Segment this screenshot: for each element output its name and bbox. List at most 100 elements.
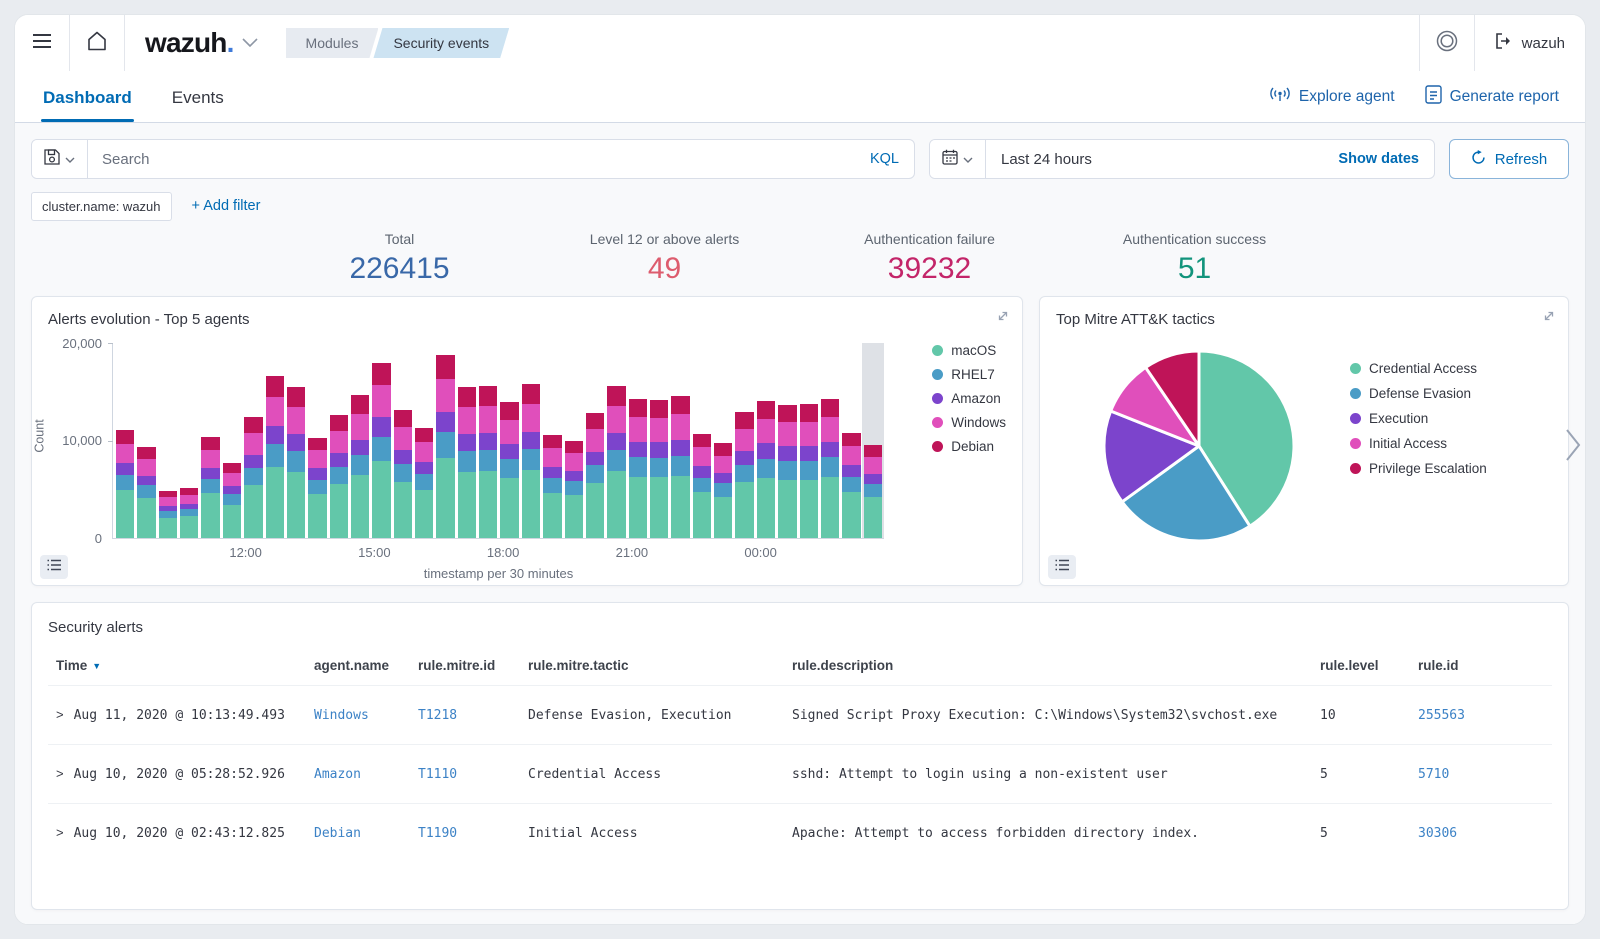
- column-header-rule-mitre-tactic[interactable]: rule.mitre.tactic: [520, 646, 784, 686]
- stacked-bar[interactable]: [201, 343, 219, 538]
- stacked-bar[interactable]: [479, 343, 497, 538]
- stacked-bar[interactable]: [607, 343, 625, 538]
- stat-value-total[interactable]: 226415: [267, 252, 532, 286]
- rule-id-link[interactable]: 255563: [1418, 708, 1465, 723]
- stacked-bar[interactable]: [116, 343, 134, 538]
- filter-chip-cluster-name[interactable]: cluster.name: wazuh: [31, 192, 172, 221]
- column-header-time[interactable]: Time▼: [48, 646, 306, 686]
- stacked-bar[interactable]: [351, 343, 369, 538]
- stacked-bar[interactable]: [159, 343, 177, 538]
- stacked-bar[interactable]: [800, 343, 818, 538]
- stacked-bar[interactable]: [629, 343, 647, 538]
- show-dates-button[interactable]: Show dates: [1338, 151, 1434, 167]
- expand-row-caret[interactable]: >: [56, 707, 64, 722]
- expand-panel-icon[interactable]: [996, 309, 1010, 328]
- kql-button[interactable]: KQL: [855, 151, 914, 167]
- pie-chart[interactable]: [1096, 343, 1302, 554]
- stacked-bar[interactable]: [693, 343, 711, 538]
- stacked-bar[interactable]: [180, 343, 198, 538]
- legend-item-debian[interactable]: Debian: [932, 439, 1006, 454]
- stat-value-level-12[interactable]: 49: [532, 252, 797, 286]
- stacked-bar[interactable]: [586, 343, 604, 538]
- legend-item-initial-access[interactable]: Initial Access: [1350, 436, 1487, 451]
- stacked-bar[interactable]: [244, 343, 262, 538]
- stacked-bar[interactable]: [735, 343, 753, 538]
- stacked-bar[interactable]: [821, 343, 839, 538]
- stacked-bar[interactable]: [842, 343, 860, 538]
- stat-value-auth-success[interactable]: 51: [1062, 252, 1327, 286]
- calendar-menu-button[interactable]: [930, 140, 986, 178]
- expand-row-caret[interactable]: >: [56, 825, 64, 840]
- tab-events[interactable]: Events: [170, 73, 226, 121]
- legend-item-defense-evasion[interactable]: Defense Evasion: [1350, 386, 1487, 401]
- next-visualization-chevron[interactable]: [1564, 427, 1582, 468]
- add-filter-button[interactable]: + Add filter: [192, 198, 261, 214]
- column-header-rule-mitre-id[interactable]: rule.mitre.id: [410, 646, 520, 686]
- stacked-bar[interactable]: [308, 343, 326, 538]
- filter-bar: cluster.name: wazuh + Add filter: [31, 191, 1569, 221]
- bar-segment-amazon: [650, 442, 668, 457]
- panel-actions-button[interactable]: [40, 555, 68, 579]
- legend-item-privilege-escalation[interactable]: Privilege Escalation: [1350, 461, 1487, 476]
- column-header-rule-description[interactable]: rule.description: [784, 646, 1312, 686]
- stacked-bar[interactable]: [565, 343, 583, 538]
- mitre-id-link[interactable]: T1110: [418, 767, 457, 782]
- stacked-bar[interactable]: [458, 343, 476, 538]
- logout-user-button[interactable]: wazuh: [1475, 33, 1585, 53]
- wazuh-logo[interactable]: wazuh.: [145, 27, 234, 59]
- agent-name-link[interactable]: Amazon: [314, 767, 361, 782]
- expand-panel-icon[interactable]: [1542, 309, 1556, 328]
- stacked-bar[interactable]: [436, 343, 454, 538]
- stacked-bar[interactable]: [287, 343, 305, 538]
- stacked-bar[interactable]: [394, 343, 412, 538]
- stacked-bar[interactable]: [415, 343, 433, 538]
- stacked-bar[interactable]: [671, 343, 689, 538]
- legend-item-execution[interactable]: Execution: [1350, 411, 1487, 426]
- stacked-bar[interactable]: [500, 343, 518, 538]
- stacked-bar[interactable]: [522, 343, 540, 538]
- health-check-button[interactable]: [1420, 15, 1474, 71]
- refresh-button[interactable]: Refresh: [1449, 139, 1569, 179]
- rule-id-link[interactable]: 30306: [1418, 826, 1457, 841]
- bar-segment-debian: [864, 445, 882, 457]
- legend-item-windows[interactable]: Windows: [932, 415, 1006, 430]
- mitre-id-link[interactable]: T1218: [418, 708, 457, 723]
- legend-item-rhel7[interactable]: RHEL7: [932, 367, 1006, 382]
- generate-report-button[interactable]: Generate report: [1425, 85, 1559, 109]
- explore-agent-button[interactable]: Explore agent: [1269, 85, 1395, 109]
- bar-segment-debian: [351, 395, 369, 414]
- stacked-bar[interactable]: [778, 343, 796, 538]
- expand-row-caret[interactable]: >: [56, 766, 64, 781]
- stacked-bar[interactable]: [330, 343, 348, 538]
- breadcrumb-modules[interactable]: Modules: [286, 28, 379, 58]
- stacked-bar[interactable]: [372, 343, 390, 538]
- stacked-bar[interactable]: [757, 343, 775, 538]
- rule-id-link[interactable]: 5710: [1418, 767, 1449, 782]
- stacked-bar[interactable]: [714, 343, 732, 538]
- legend-item-amazon[interactable]: Amazon: [932, 391, 1006, 406]
- legend-item-credential-access[interactable]: Credential Access: [1350, 361, 1487, 376]
- stacked-bar[interactable]: [266, 343, 284, 538]
- mitre-id-link[interactable]: T1190: [418, 826, 457, 841]
- stat-value-auth-failure[interactable]: 39232: [797, 252, 1062, 286]
- tab-dashboard[interactable]: Dashboard: [41, 73, 134, 121]
- agent-name-link[interactable]: Debian: [314, 826, 361, 841]
- column-header-rule-level[interactable]: rule.level: [1312, 646, 1410, 686]
- stacked-bar[interactable]: [223, 343, 241, 538]
- home-button[interactable]: [70, 15, 124, 71]
- column-header-rule-id[interactable]: rule.id: [1410, 646, 1552, 686]
- stacked-bar[interactable]: [650, 343, 668, 538]
- stacked-bar[interactable]: [137, 343, 155, 538]
- app-switcher-button[interactable]: [242, 34, 258, 52]
- time-range-value[interactable]: Last 24 hours: [986, 151, 1092, 168]
- legend-item-macos[interactable]: macOS: [932, 343, 1006, 358]
- panel-actions-button[interactable]: [1048, 555, 1076, 579]
- stacked-bar[interactable]: [864, 343, 882, 538]
- search-input[interactable]: [88, 151, 855, 168]
- saved-queries-button[interactable]: [32, 140, 88, 178]
- hamburger-menu-button[interactable]: [15, 15, 69, 71]
- agent-name-link[interactable]: Windows: [314, 708, 369, 723]
- column-header-agent-name[interactable]: agent.name: [306, 646, 410, 686]
- bar-segment-rhel7: [607, 450, 625, 471]
- stacked-bar[interactable]: [543, 343, 561, 538]
